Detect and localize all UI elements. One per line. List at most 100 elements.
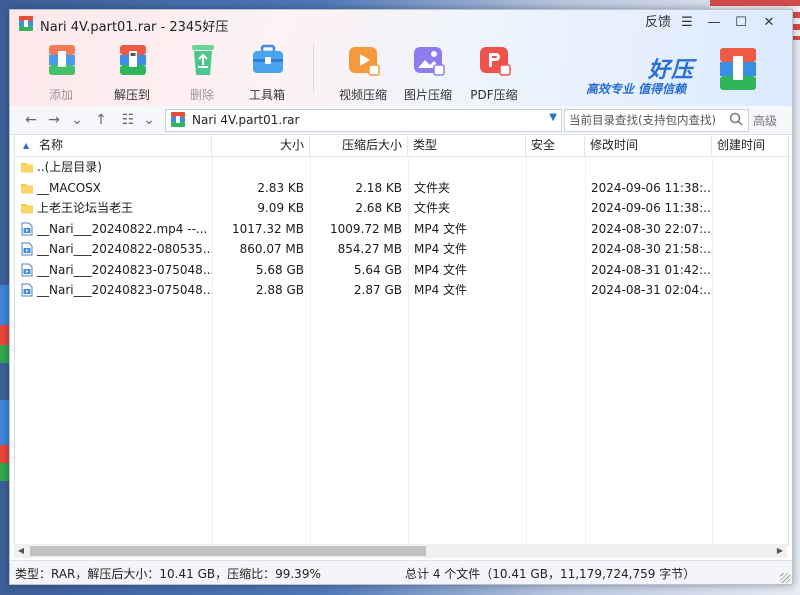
table-row[interactable]: __Nari___20240823-075048... 2.88 GB 2.87 G…	[15, 280, 788, 300]
forward-arrow-icon[interactable]: →	[45, 111, 63, 129]
table-row[interactable]: __Nari___20240822-080535... 860.07 MB 854.…	[15, 239, 788, 259]
size-cell: 5.68 GB	[255, 262, 304, 277]
extract-icon	[120, 45, 146, 75]
column-header-name[interactable]: ▲ 名称	[15, 135, 212, 156]
folder-icon	[20, 181, 34, 195]
video-file-icon	[20, 263, 34, 277]
name-cell: __MACOSX	[15, 178, 212, 198]
video-compress-button[interactable]: 视频压缩	[336, 39, 390, 103]
delete-button[interactable]: 删除	[175, 39, 229, 103]
path-box[interactable]: Nari 4V.part01.rar ▼	[165, 109, 562, 132]
table-row[interactable]: __Nari___20240822.mp4 --... 1017.32 MB 100…	[15, 219, 788, 239]
table-row[interactable]: __MACOSX 2.83 KB 2.18 KB 文件夹 2024-09-06 11:3…	[15, 178, 788, 198]
created-cell	[712, 219, 788, 239]
menu-icon[interactable]: ☰	[676, 13, 698, 33]
table-row[interactable]: 上老王论坛当老王 9.09 KB 2.68 KB 文件夹 2024-09-06 11:3…	[15, 198, 788, 218]
packed-size-cell: 854.27 MB	[337, 242, 402, 256]
file-name: __Nari___20240823-075048...	[37, 283, 212, 297]
name-cell: __Nari___20240822-080535...	[15, 239, 212, 259]
created-cell	[712, 198, 788, 218]
add-button-label: 添加	[48, 88, 73, 102]
brand-slogan: 高效专业 值得信赖	[586, 82, 687, 96]
folder-icon	[20, 160, 34, 174]
column-header-size[interactable]: 大小	[212, 135, 310, 156]
modified-cell: 2024-09-06 11:38:...	[591, 201, 712, 215]
column-header-type[interactable]: 类型	[408, 135, 526, 156]
column-header-created[interactable]: 创建时间	[712, 135, 788, 156]
image-compress-icon	[414, 47, 445, 76]
security-cell	[526, 280, 585, 300]
type-cell: MP4 文件	[414, 262, 468, 277]
column-header-packed-size[interactable]: 压缩后大小	[310, 135, 408, 156]
security-cell	[526, 157, 585, 177]
created-cell	[712, 157, 788, 177]
column-header-security[interactable]: 安全	[526, 135, 585, 156]
recycle-icon	[192, 45, 214, 75]
desktop-icon-sliver	[0, 285, 9, 325]
toolbox-icon	[253, 44, 283, 73]
table-row[interactable]: __Nari___20240823-075048... 5.68 GB 5.64 G…	[15, 260, 788, 280]
brand-logo-icon	[720, 48, 756, 90]
scrollbar-thumb[interactable]	[30, 546, 426, 556]
pdf-compress-button[interactable]: PDF压缩	[467, 39, 521, 103]
history-dropdown-icon[interactable]: ⌄	[68, 111, 86, 129]
extract-to-button[interactable]: 解压到	[105, 39, 159, 103]
file-total-text: 总计 4 个文件（10.41 GB，11,179,724,759 字节）	[405, 567, 696, 581]
file-name: ..(上层目录)	[37, 160, 102, 174]
horizontal-scrollbar[interactable]: ◀ ▶	[14, 544, 787, 558]
size-cell	[212, 157, 310, 177]
file-name: 上老王论坛当老王	[37, 201, 134, 215]
close-button[interactable]: ✕	[758, 13, 780, 33]
packed-size-cell: 5.64 GB	[353, 262, 402, 277]
modified-cell: 2024-08-30 22:07:...	[591, 221, 712, 236]
size-cell: 2.88 GB	[255, 283, 304, 297]
image-compress-button[interactable]: 图片压缩	[401, 39, 455, 103]
size-cell: 9.09 KB	[257, 201, 304, 215]
file-name: __Nari___20240823-075048...	[37, 262, 212, 277]
packed-size-cell	[310, 157, 408, 177]
packed-size-cell: 2.87 GB	[353, 283, 402, 297]
maximize-button[interactable]: ☐	[730, 13, 752, 33]
desktop-icon-sliver	[0, 345, 9, 363]
path-dropdown-icon[interactable]: ▼	[549, 112, 557, 123]
video-compress-icon	[349, 47, 380, 76]
feedback-button[interactable]: 反馈	[643, 13, 673, 33]
view-mode-icon[interactable]: ☷	[119, 111, 137, 129]
type-cell: MP4 文件	[414, 283, 468, 297]
type-cell: 文件夹	[414, 201, 451, 215]
resize-grip-icon[interactable]	[780, 573, 790, 583]
status-bar: 类型：RAR，解压后大小：10.41 GB，压缩比：99.39% 总计 4 个文…	[10, 560, 792, 584]
type-cell: MP4 文件	[414, 221, 468, 236]
add-button[interactable]: 添加	[34, 39, 88, 103]
security-cell	[526, 178, 585, 198]
table-row[interactable]: ..(上层目录)	[15, 157, 788, 177]
modified-cell: 2024-09-06 11:38:...	[591, 180, 712, 195]
desktop-icon-sliver	[0, 400, 9, 445]
search-box[interactable]	[564, 109, 749, 132]
name-cell: __Nari___20240823-075048...	[15, 280, 212, 300]
toolbox-button[interactable]: 工具箱	[240, 39, 294, 103]
name-cell: 上老王论坛当老王	[15, 198, 212, 218]
title-bar[interactable]: Nari 4V.part01.rar - 2345好压 反馈 ☰ — ☐ ✕	[10, 10, 792, 36]
sort-up-icon: ▲	[23, 141, 30, 150]
haozip-app-icon	[19, 16, 33, 31]
file-name: __MACOSX	[37, 180, 102, 195]
scroll-left-arrow-icon[interactable]: ◀	[14, 544, 28, 558]
image-compress-label: 图片压缩	[403, 88, 452, 102]
security-cell	[526, 198, 585, 218]
view-mode-dropdown-icon[interactable]: ⌄	[140, 111, 158, 129]
toolbar-separator	[313, 44, 314, 92]
video-file-icon	[20, 222, 34, 236]
pdf-compress-icon	[480, 47, 511, 76]
advanced-search-link[interactable]: 高级	[753, 112, 777, 129]
desktop-icon-sliver	[0, 445, 9, 463]
column-header-modified[interactable]: 修改时间	[585, 135, 712, 156]
pdf-compress-label: PDF压缩	[470, 88, 518, 102]
search-input[interactable]	[565, 110, 733, 129]
up-arrow-icon[interactable]: ↑	[92, 111, 110, 129]
search-icon[interactable]	[728, 111, 744, 127]
scroll-right-arrow-icon[interactable]: ▶	[773, 544, 787, 558]
back-arrow-icon[interactable]: ←	[22, 111, 40, 129]
column-header-row: ▲ 名称 大小 压缩后大小 类型 安全 修改时间 创建时间	[15, 135, 788, 157]
minimize-button[interactable]: —	[703, 13, 725, 33]
